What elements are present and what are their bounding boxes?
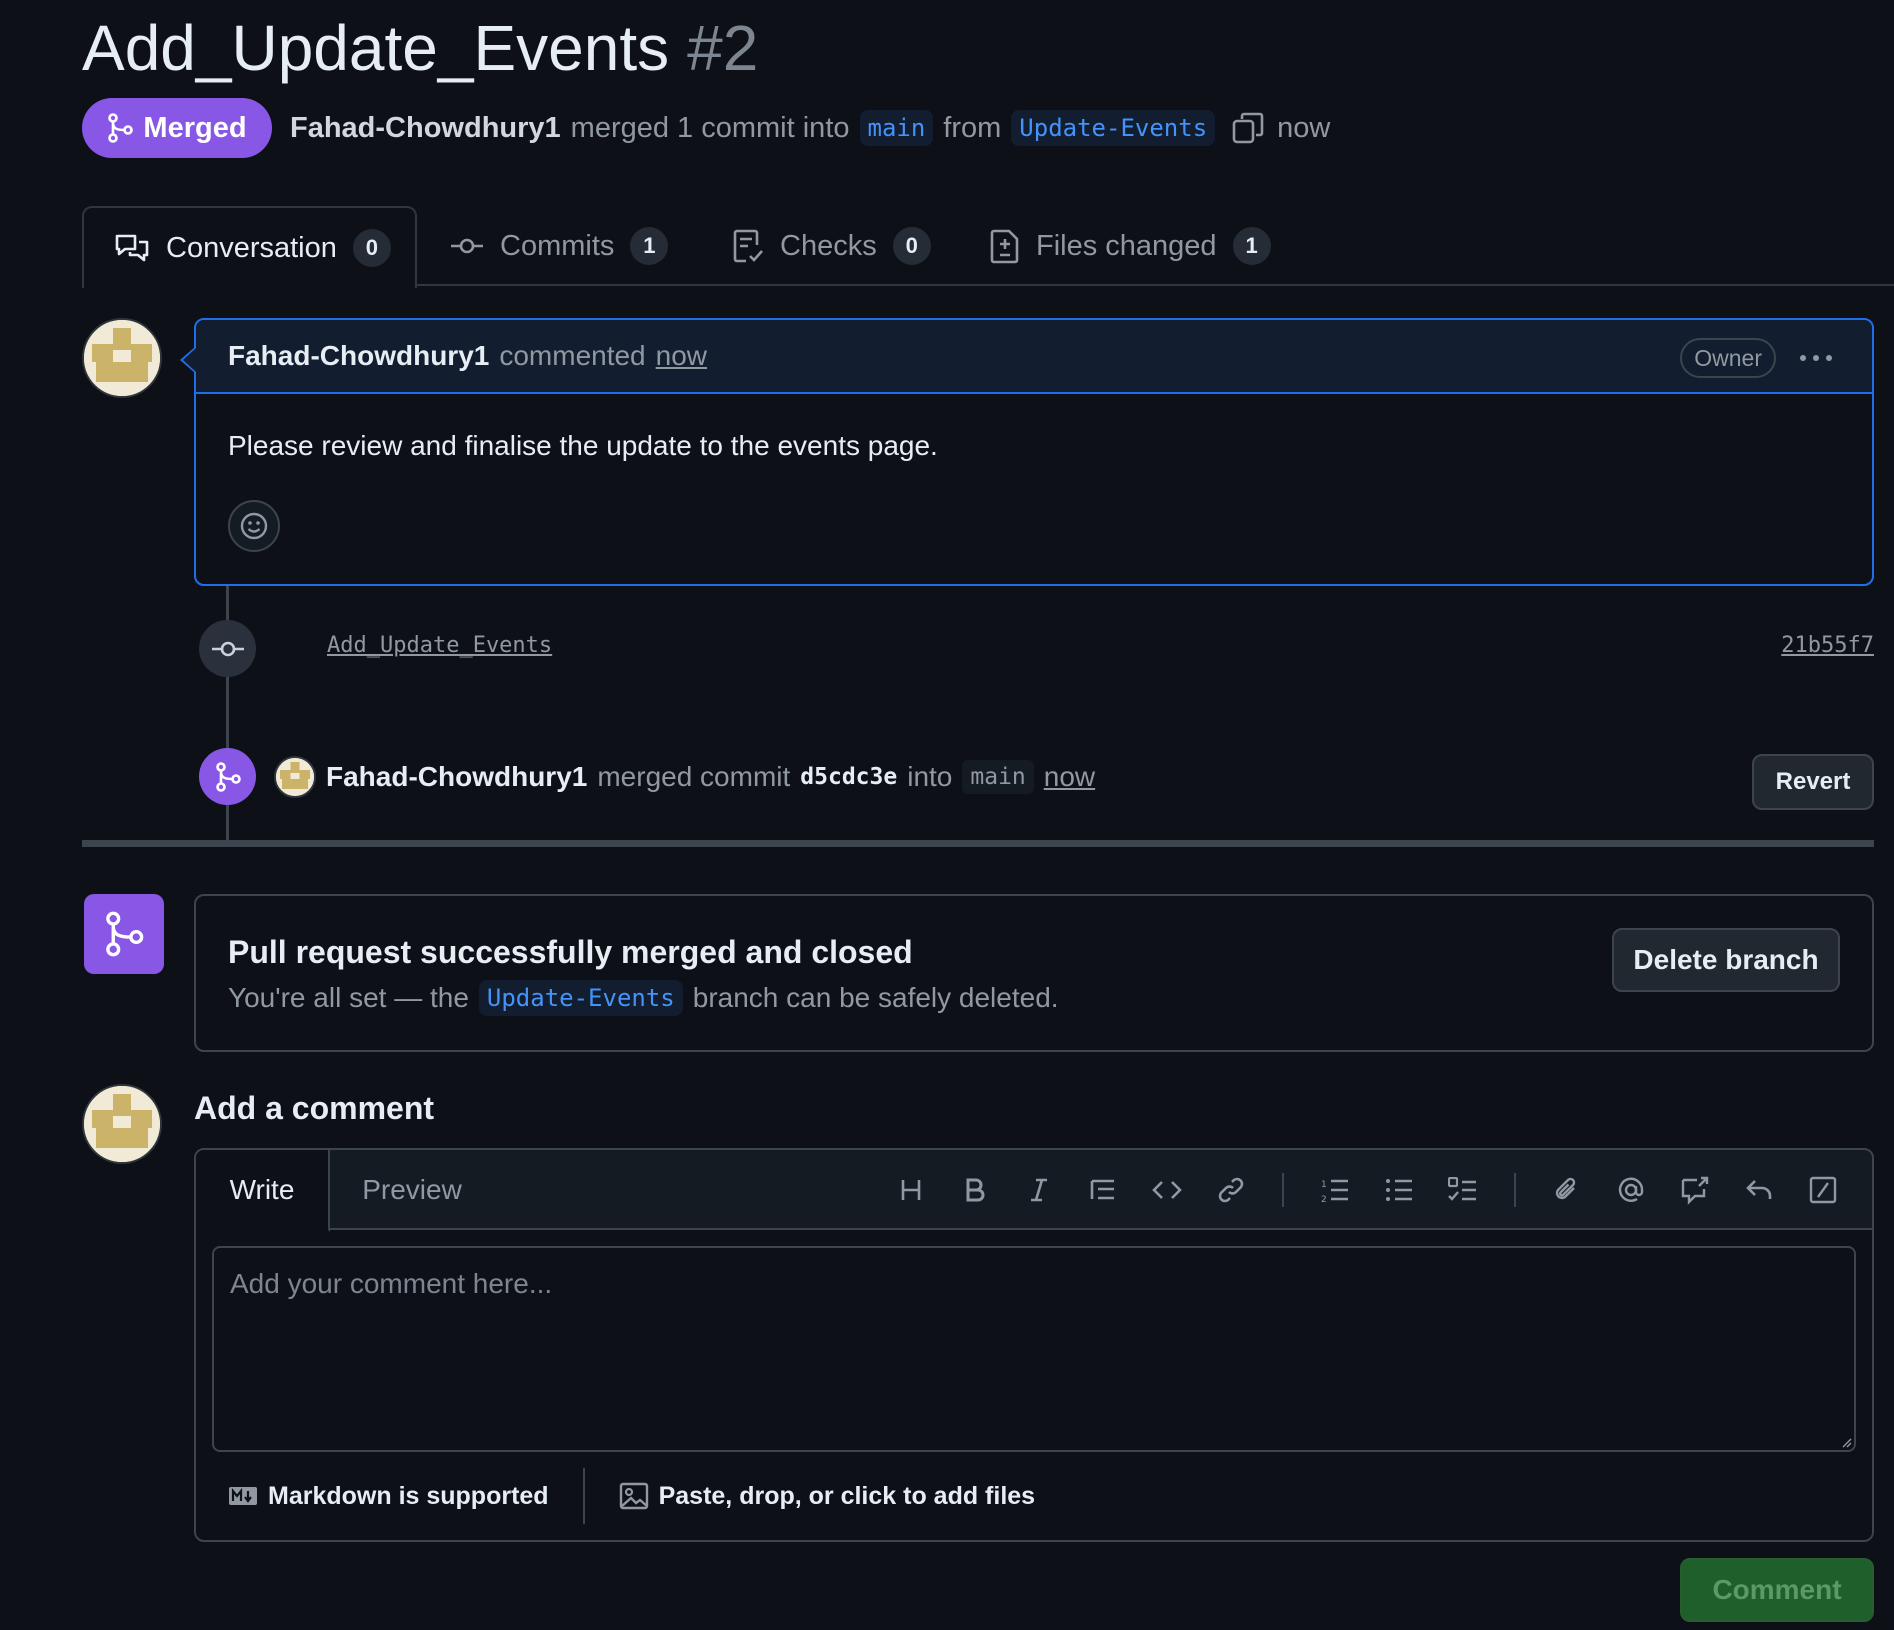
copy-icon[interactable] [1231,111,1265,145]
git-merge-icon [107,113,134,143]
tab-write[interactable]: Write [196,1150,330,1232]
add-comment-heading: Add a comment [194,1090,435,1126]
git-merge-icon [84,894,164,974]
from-text: from [943,111,1002,144]
avatar[interactable] [82,318,162,398]
toolbar-separator [1282,1173,1284,1207]
merged-sub-prefix: You're all set — the [228,982,469,1013]
avatar[interactable] [82,1084,162,1164]
commit-message-link[interactable]: Add_Update_Events [327,633,552,658]
pr-title: Add_Update_Events #2 [82,8,758,88]
undo-icon[interactable] [1730,1164,1788,1216]
comment-submit-button[interactable]: Comment [1680,1558,1874,1622]
merge-text: merged commit [597,761,791,792]
merged-sub-suffix: branch can be safely deleted. [692,982,1059,1013]
kebab-menu-icon[interactable] [1796,340,1836,376]
comment-time[interactable]: now [656,340,707,372]
timeline-divider [82,840,1874,847]
revert-button[interactable]: Revert [1752,754,1874,810]
resize-handle-icon[interactable] [1840,1436,1852,1448]
checklist-icon [732,228,764,264]
reference-icon[interactable] [1666,1164,1724,1216]
markdown-label: Markdown is supported [268,1481,549,1510]
tab-commits[interactable]: Commits 1 [450,206,669,286]
smiley-icon[interactable] [228,500,280,552]
comment-discussion-icon [114,232,150,264]
editor-toolbar: 12 [882,1164,1852,1216]
merged-branch[interactable]: Update-Events [478,980,683,1016]
tab-label: Files changed [1036,229,1217,262]
slash-command-icon[interactable] [1794,1164,1852,1216]
editor-header: Write Preview 12 [196,1150,1872,1232]
tab-checks[interactable]: Checks 0 [732,206,931,286]
into-text: into [907,761,953,792]
tab-files-changed[interactable]: Files changed 1 [990,206,1271,286]
comment-editor: Write Preview 12 Markdown is supported [194,1148,1874,1542]
owner-badge: Owner [1680,338,1776,378]
git-commit-icon [450,236,484,256]
quote-icon[interactable] [1074,1164,1132,1216]
comment-textarea[interactable] [212,1246,1856,1452]
unordered-list-icon[interactable] [1370,1164,1428,1216]
merged-subtitle: You're all set — the Update-Events branc… [228,980,1059,1016]
markdown-icon [228,1486,258,1506]
tab-preview[interactable]: Preview [330,1150,494,1230]
tab-counter: 0 [892,227,931,265]
comment-header: Fahad-Chowdhury1 commented now Owner [196,320,1872,394]
code-icon[interactable] [1138,1164,1196,1216]
toolbar-separator [1514,1173,1516,1207]
merge-author[interactable]: Fahad-Chowdhury1 [326,761,587,793]
file-diff-icon [990,228,1020,264]
comment-caret-inner [183,348,196,372]
tab-conversation[interactable]: Conversation 0 [82,206,417,288]
pr-time: now [1277,111,1331,144]
git-merge-icon [199,748,256,805]
ordered-list-icon[interactable]: 12 [1306,1164,1364,1216]
merge-sha[interactable]: d5cdc3e [800,764,897,790]
avatar[interactable] [274,756,316,798]
attach-icon[interactable] [1538,1164,1596,1216]
pr-title-text: Add_Update_Events [82,12,670,84]
markdown-note[interactable]: Markdown is supported [228,1482,549,1511]
merge-text: merged 1 commit into [570,111,850,144]
comment-author[interactable]: Fahad-Chowdhury1 [228,340,489,372]
git-commit-icon [199,620,256,677]
mention-icon[interactable] [1602,1164,1660,1216]
task-list-icon[interactable] [1434,1164,1492,1216]
pr-author-link[interactable]: Fahad-Chowdhury1 [290,112,561,145]
tab-counter: 0 [352,229,391,267]
svg-text:2: 2 [1321,1195,1327,1203]
merged-state-badge: Merged [82,98,272,158]
comment-body: Please review and finalise the update to… [228,430,938,461]
file-upload[interactable]: Paste, drop, or click to add files [619,1481,1036,1511]
merge-branch[interactable]: main [962,760,1034,794]
tab-label: Conversation [166,231,337,264]
svg-text:1: 1 [1321,1180,1327,1190]
delete-branch-button[interactable]: Delete branch [1612,928,1840,992]
footer-separator [582,1468,585,1524]
pr-number: #2 [687,12,759,84]
italic-icon[interactable] [1010,1164,1068,1216]
heading-icon[interactable] [882,1164,940,1216]
tab-counter: 1 [630,227,669,265]
tab-label: Commits [500,229,615,262]
image-icon [619,1482,649,1510]
base-branch[interactable]: main [859,110,934,146]
merged-title: Pull request successfully merged and clo… [228,934,913,970]
editor-footer: Markdown is supported Paste, drop, or cl… [228,1468,1035,1524]
merge-event: Fahad-Chowdhury1 merged commit d5cdc3e i… [274,752,1095,802]
merge-time[interactable]: now [1044,761,1095,793]
comment-box: Fahad-Chowdhury1 commented now Owner Ple… [194,318,1874,586]
state-label: Merged [143,111,247,144]
bold-icon[interactable] [946,1164,1004,1216]
commit-sha-link[interactable]: 21b55f7 [1781,633,1874,658]
tab-label: Checks [780,229,877,262]
merge-summary: Fahad-Chowdhury1 merged 1 commit into ma… [290,104,1330,152]
head-branch[interactable]: Update-Events [1011,110,1216,146]
merged-status-panel: Pull request successfully merged and clo… [194,894,1874,1052]
file-upload-label: Paste, drop, or click to add files [658,1481,1036,1510]
tab-counter: 1 [1232,227,1271,265]
comment-action: commented [499,340,646,371]
link-icon[interactable] [1202,1164,1260,1216]
